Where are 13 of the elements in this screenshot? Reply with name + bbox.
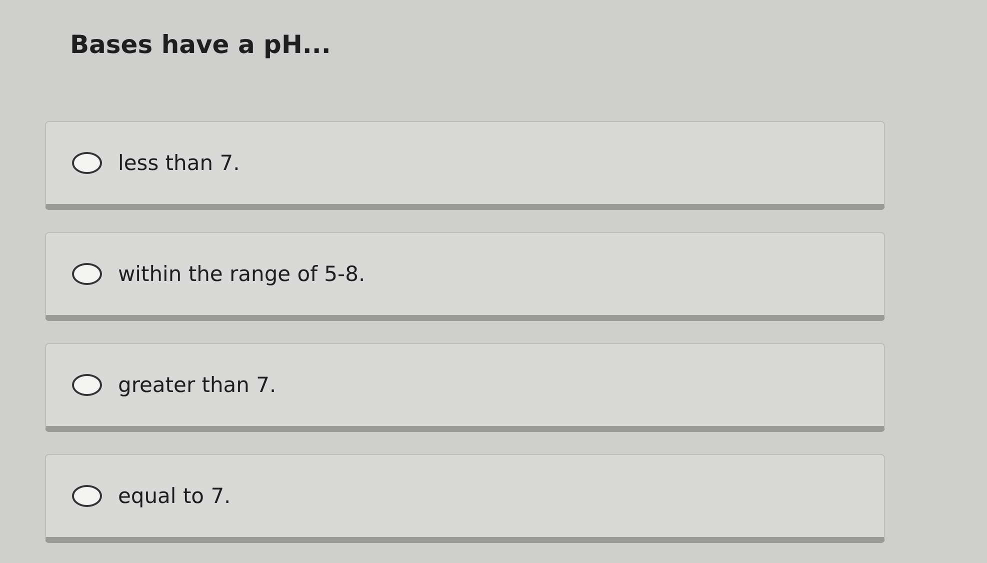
radio-button[interactable] <box>72 374 102 396</box>
answer-option[interactable]: within the range of 5-8. <box>45 232 885 321</box>
option-label: greater than 7. <box>118 373 276 397</box>
answer-option[interactable]: greater than 7. <box>45 343 885 432</box>
answer-option[interactable]: equal to 7. <box>45 454 885 543</box>
radio-button[interactable] <box>72 152 102 174</box>
radio-button[interactable] <box>72 263 102 285</box>
option-label: less than 7. <box>118 151 240 175</box>
question-text: Bases have a pH... <box>70 30 332 59</box>
answer-option[interactable]: less than 7. <box>45 121 885 210</box>
option-label: equal to 7. <box>118 484 231 508</box>
option-label: within the range of 5-8. <box>118 262 366 286</box>
radio-button[interactable] <box>72 485 102 507</box>
